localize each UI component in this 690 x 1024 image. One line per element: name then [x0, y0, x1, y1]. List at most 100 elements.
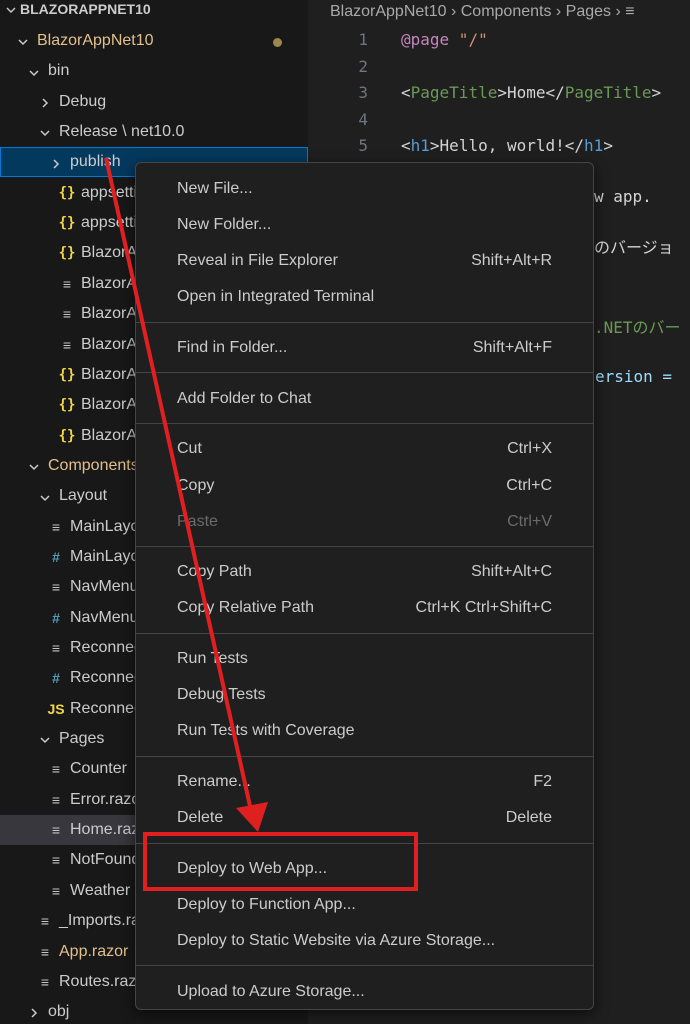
menu-item-new-folder[interactable]: New Folder...: [142, 209, 587, 241]
tree-folder[interactable]: Debug: [0, 87, 308, 117]
code-line[interactable]: 5 <h1>Hello, world!</h1>: [308, 133, 690, 159]
menu-item-label: Deploy to Static Website via Azure Stora…: [177, 932, 496, 949]
css-file-icon: #: [52, 670, 60, 687]
menu-item-label: New File...: [177, 180, 253, 197]
text-file-icon: ≡: [62, 336, 72, 353]
chevron-down-icon[interactable]: [38, 117, 52, 147]
tree-folder[interactable]: Release \ net10.0: [0, 117, 308, 147]
code-token: PageTitle: [410, 83, 498, 102]
tree-folder[interactable]: bin: [0, 56, 308, 86]
menu-item-label: Paste: [177, 512, 218, 530]
menu-item-deploy-to-static-website-via-azure-storage[interactable]: Deploy to Static Website via Azure Stora…: [142, 925, 587, 957]
breadcrumb-item[interactable]: Pages: [566, 3, 611, 20]
code-line[interactable]: 1 @page "/": [308, 27, 690, 53]
code-line[interactable]: 2: [308, 54, 690, 80]
chevron-down-icon[interactable]: [16, 26, 30, 56]
tree-item-label: Layout: [59, 487, 108, 505]
menu-item-add-folder-to-chat[interactable]: Add Folder to Chat: [142, 383, 587, 415]
text-file-icon: ≡: [40, 973, 50, 990]
tree-item-label: Counter: [70, 760, 127, 778]
tree-item-label: BlazorA: [81, 335, 138, 353]
chevron-down-icon[interactable]: [38, 481, 52, 511]
menu-item-find-in-folder[interactable]: Find in Folder... Shift+Alt+F: [142, 332, 587, 364]
menu-item-deploy-to-web-app[interactable]: Deploy to Web App...: [142, 853, 587, 885]
menu-separator: [136, 755, 593, 757]
menu-separator: [136, 842, 593, 844]
tree-item-label: BlazorA: [81, 274, 138, 292]
menu-item-copy-path[interactable]: Copy Path Shift+Alt+C: [142, 556, 587, 588]
menu-item-run-tests-with-coverage[interactable]: Run Tests with Coverage: [142, 715, 587, 747]
menu-item-run-tests[interactable]: Run Tests: [142, 643, 587, 675]
menu-item-shortcut: Shift+Alt+C: [471, 563, 552, 581]
text-file-icon: ≡: [62, 275, 72, 292]
explorer-root-title: BLAZORAPPNET10: [20, 1, 151, 17]
breadcrumb-item[interactable]: BlazorAppNet10: [330, 3, 447, 20]
menu-item-shortcut: Delete: [505, 809, 552, 827]
menu-item-label: Find in Folder...: [177, 339, 288, 356]
tree-item-label: bin: [48, 62, 70, 80]
tree-item-label: BlazorAppNet10: [37, 32, 154, 49]
code-line[interactable]: 4: [308, 107, 690, 133]
line-number: 2: [358, 56, 368, 76]
code-token: </: [564, 136, 585, 155]
code-token: >: [429, 136, 440, 155]
code-token: >: [603, 136, 613, 155]
menu-item-label: Copy Path: [177, 563, 252, 581]
breadcrumb-item[interactable]: Components: [461, 3, 552, 20]
css-file-icon: #: [52, 548, 60, 565]
menu-item-label: Run Tests with Coverage: [177, 722, 355, 740]
line-number: 1: [358, 30, 368, 49]
chevron-down-icon[interactable]: [38, 724, 52, 754]
context-menu: New File... New Folder... Reveal in File E…: [135, 162, 594, 1010]
menu-item-label: Add Folder to Chat: [177, 389, 312, 407]
chevron-right-icon: ›: [611, 3, 626, 20]
menu-item-delete[interactable]: Delete Delete: [142, 802, 587, 834]
text-file-icon: ≡: [40, 943, 50, 960]
menu-item-label: Copy Relative Path: [177, 599, 314, 617]
tree-item-label: App.razor: [59, 942, 129, 960]
menu-item-rename[interactable]: Rename... F2: [142, 766, 587, 798]
json-file-icon: {}: [58, 184, 76, 201]
menu-item-new-file[interactable]: New File...: [142, 173, 587, 205]
chevron-down-icon[interactable]: [4, 0, 18, 22]
code-token: >: [651, 83, 662, 102]
json-file-icon: {}: [58, 427, 76, 444]
line-number: 5: [358, 136, 368, 155]
code-token: PageTitle: [564, 83, 652, 102]
tree-item-label: Components: [48, 456, 139, 474]
menu-item-shortcut: Ctrl+V: [507, 512, 552, 530]
menu-item-deploy-to-function-app[interactable]: Deploy to Function App...: [142, 889, 587, 921]
menu-item-label: New Folder...: [177, 216, 272, 234]
menu-separator: [136, 546, 593, 547]
menu-item-label: Open in Integrated Terminal: [177, 288, 375, 306]
menu-item-open-in-integrated-terminal[interactable]: Open in Integrated Terminal: [142, 281, 587, 313]
tree-folder[interactable]: BlazorAppNet10: [0, 26, 308, 56]
code-token: Hello, world!: [439, 136, 565, 155]
menu-item-upload-to-azure-storage[interactable]: Upload to Azure Storage...: [142, 976, 587, 1008]
menu-item-shortcut: Ctrl+K Ctrl+Shift+C: [415, 599, 552, 617]
menu-item-cut[interactable]: Cut Ctrl+X: [142, 433, 587, 465]
chevron-right-icon[interactable]: [38, 87, 52, 117]
text-file-icon: ≡: [51, 640, 61, 656]
menu-item-label: Rename...: [177, 773, 251, 790]
menu-item-debug-tests[interactable]: Debug Tests: [142, 679, 587, 711]
menu-item-paste: Paste Ctrl+V: [142, 506, 587, 538]
code-line[interactable]: 3 <PageTitle>Home</PageTitle>: [308, 80, 690, 106]
modified-dot-icon: [273, 38, 282, 47]
menu-item-reveal-in-file-explorer[interactable]: Reveal in File Explorer Shift+Alt+R: [142, 245, 587, 277]
tree-item-label: BlazorA: [81, 244, 138, 262]
chevron-down-icon[interactable]: [27, 56, 41, 86]
menu-separator: [136, 372, 593, 374]
tree-item-label: NavMenu: [70, 608, 139, 626]
chevron-right-icon[interactable]: [49, 147, 63, 177]
menu-item-label: Deploy to Function App...: [177, 895, 356, 913]
text-file-icon: ≡: [40, 913, 50, 930]
text-file-icon: ≡: [62, 306, 72, 323]
code-token: h1: [410, 136, 430, 155]
explorer-header[interactable]: BLAZORAPPNET10: [0, 0, 308, 22]
chevron-down-icon[interactable]: [27, 451, 41, 481]
chevron-right-icon[interactable]: [27, 997, 41, 1024]
breadcrumb-symbol-icon[interactable]: ≡: [625, 3, 634, 20]
menu-item-copy-relative-path[interactable]: Copy Relative Path Ctrl+K Ctrl+Shift+C: [142, 592, 587, 624]
menu-item-copy[interactable]: Copy Ctrl+C: [142, 470, 587, 502]
